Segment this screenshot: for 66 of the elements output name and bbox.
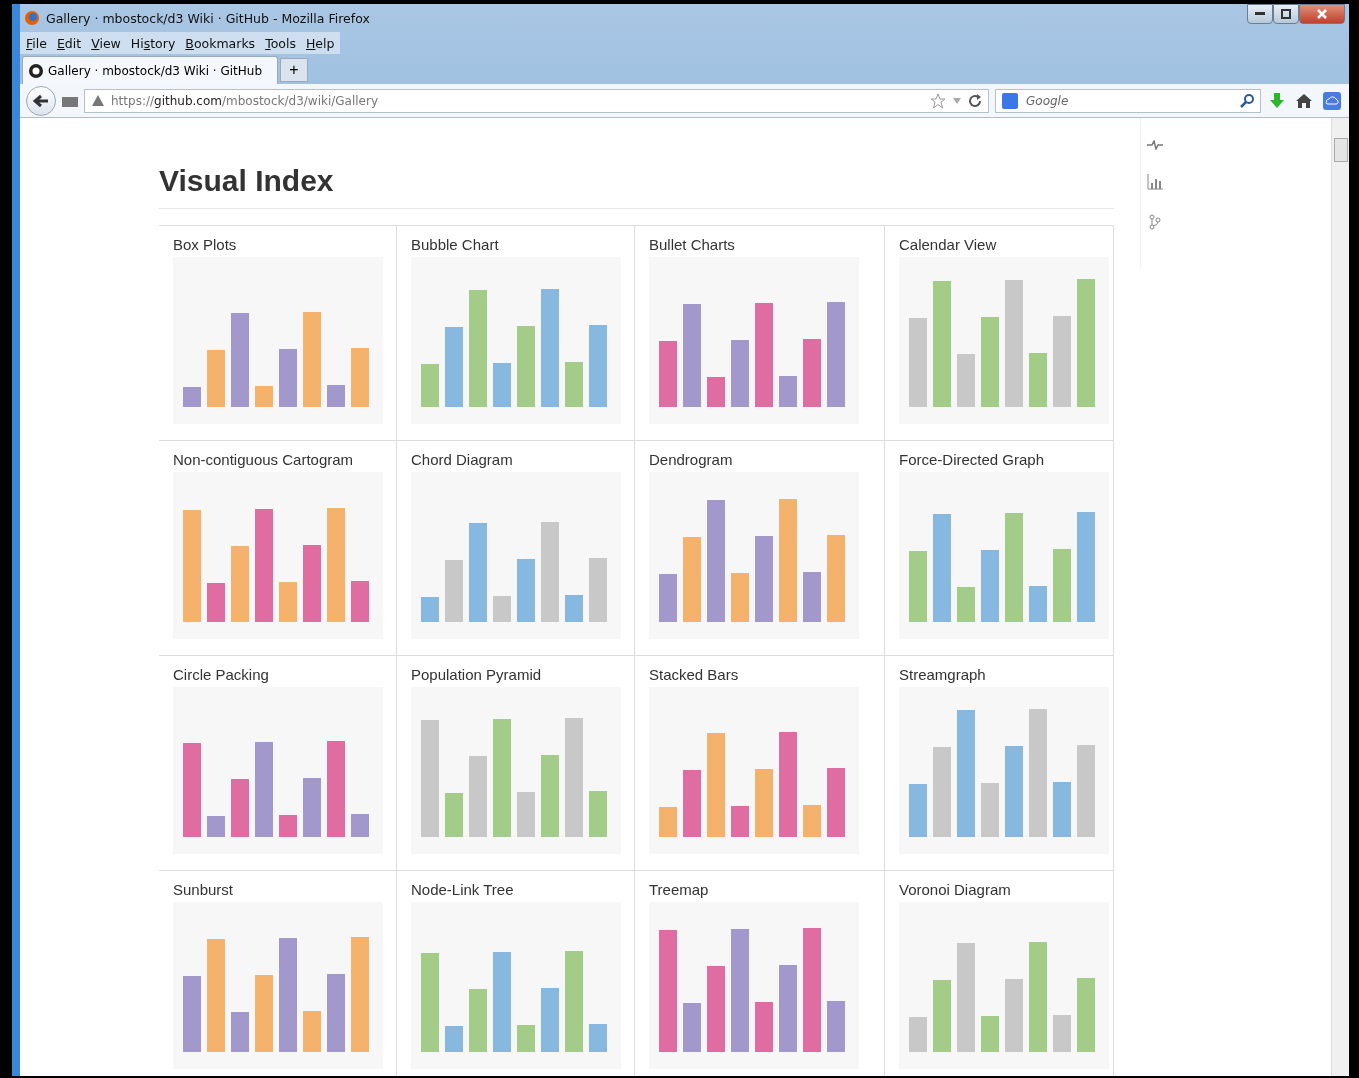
sync-button[interactable] [1321,89,1343,112]
back-button[interactable] [26,85,56,116]
gallery-card[interactable]: Stacked Bars [635,656,885,871]
card-title: Force-Directed Graph [899,451,1046,468]
card-title: Treemap [649,881,710,898]
gallery-card[interactable]: Sunburst [159,871,397,1076]
gallery-card[interactable]: Box Plots [159,226,397,441]
card-title: Population Pyramid [411,666,543,683]
back-arrow-icon [33,93,49,108]
window-title: Gallery · mbostock/d3 Wiki · GitHub - Mozilla Firefox [46,10,371,26]
star-icon[interactable] [930,92,946,109]
menu-item[interactable]: History [126,35,180,51]
card-title: Sunburst [173,881,235,898]
pulse-icon[interactable] [1146,140,1163,150]
minimize-icon [1255,12,1265,16]
gallery-card[interactable]: Circle Packing [159,656,397,871]
new-tab-button[interactable]: + [280,58,308,82]
branch-icon[interactable] [1148,214,1161,230]
search-engine-icon[interactable] [1002,92,1018,109]
warning-icon [91,94,105,107]
card-title: Box Plots [173,236,238,253]
card-title: Bubble Chart [411,236,500,253]
page-heading: Visual Index [159,164,1114,209]
address-field[interactable]: https://github.com/mbostock/d3/wiki/Gallery [84,88,989,113]
reload-icon[interactable] [968,93,982,108]
card-title: Circle Packing [173,666,270,683]
gallery-card[interactable]: Bullet Charts [635,226,885,441]
tab-title: Gallery · mbostock/d3 Wiki · GitHub [48,63,263,78]
card-title: Voronoi Diagram [899,881,1012,898]
minimize-button[interactable] [1247,4,1273,24]
gallery-card[interactable]: Chord Diagram [397,441,635,656]
bar-chart-icon[interactable] [1146,174,1163,190]
gallery-card[interactable]: Node-Link Tree [397,871,635,1076]
close-icon [1317,9,1327,19]
card-title: Streamgraph [899,666,987,683]
gallery-card[interactable]: Non-contiguous Cartogram [159,441,397,656]
menu-item[interactable]: Tools [261,35,300,51]
menu-item[interactable]: Help [301,35,339,51]
gallery-card[interactable]: Force-Directed Graph [885,441,1114,656]
gallery-card[interactable]: Streamgraph [885,656,1114,871]
card-title: Node-Link Tree [411,881,515,898]
search-box[interactable]: Google [995,88,1261,113]
dropdown-icon[interactable] [952,96,962,105]
gallery-card[interactable]: Bubble Chart [397,226,635,441]
card-title: Non-contiguous Cartogram [173,451,355,468]
card-title: Bullet Charts [649,236,736,253]
menu-item[interactable]: File [22,35,51,51]
gallery-card[interactable]: Population Pyramid [397,656,635,871]
card-title: Chord Diagram [411,451,514,468]
menu-item[interactable]: Edit [52,35,86,51]
search-icon[interactable] [1240,93,1254,108]
gallery-card[interactable]: Calendar View [885,226,1114,441]
menu-item[interactable]: Bookmarks [181,35,260,51]
card-title: Calendar View [899,236,998,253]
restore-icon [1281,9,1291,19]
browser-logo-icon [24,10,40,26]
card-title: Stacked Bars [649,666,740,683]
gallery-card[interactable]: Dendrogram [635,441,885,656]
menu-item[interactable]: View [87,35,125,51]
gallery-card[interactable]: Treemap [635,871,885,1076]
gallery-card[interactable]: Voronoi Diagram [885,871,1114,1076]
card-title: Dendrogram [649,451,734,468]
restore-button[interactable] [1273,4,1299,24]
browser-tab[interactable]: Gallery · mbostock/d3 Wiki · GitHub [22,56,278,84]
close-button[interactable] [1299,4,1345,24]
scrollbar[interactable] [1331,118,1349,1076]
